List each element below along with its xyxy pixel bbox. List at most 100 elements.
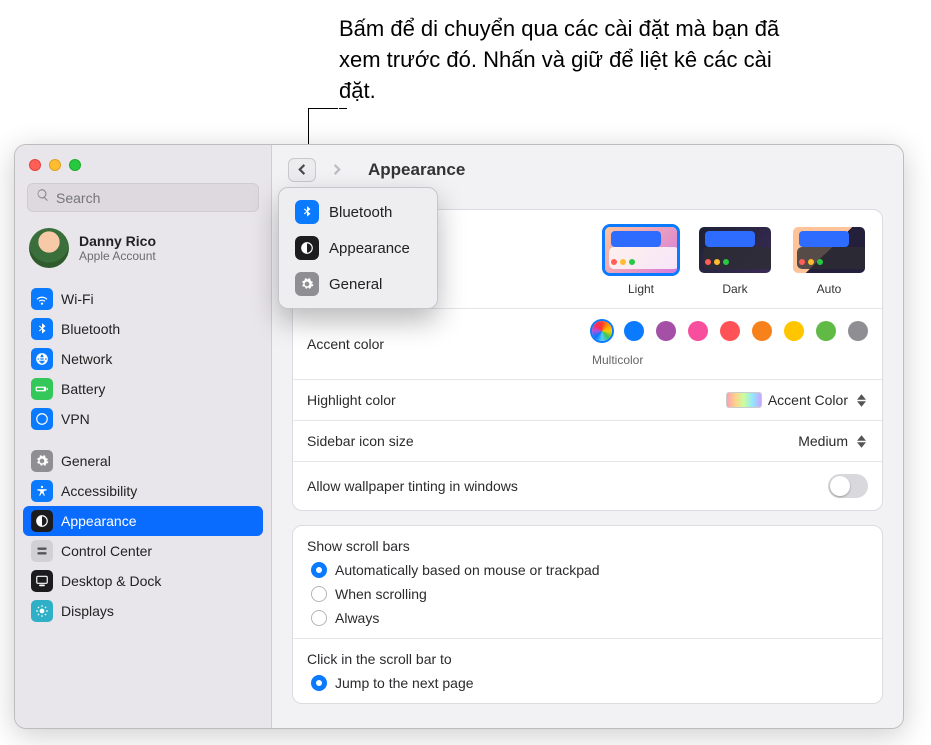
sidebar-size-label: Sidebar icon size — [307, 433, 414, 449]
accent-green[interactable] — [816, 321, 836, 341]
accent-orange[interactable] — [752, 321, 772, 341]
sidebar-item-bluetooth[interactable]: Bluetooth — [23, 314, 263, 344]
nav: Wi-Fi Bluetooth Network Battery VPN — [15, 282, 271, 634]
sidebar-item-displays[interactable]: Displays — [23, 596, 263, 626]
appearance-icon — [31, 510, 53, 532]
close-button[interactable] — [29, 159, 41, 171]
sidebar-item-label: Appearance — [61, 513, 137, 529]
radio-label: Jump to the next page — [335, 675, 474, 691]
bluetooth-icon — [295, 200, 319, 224]
zoom-button[interactable] — [69, 159, 81, 171]
appearance-option-dark[interactable]: Dark — [696, 224, 774, 296]
sidebar-item-battery[interactable]: Battery — [23, 374, 263, 404]
sidebar-item-label: General — [61, 453, 111, 469]
gradient-icon — [726, 392, 762, 408]
wifi-icon — [31, 288, 53, 310]
account-row[interactable]: Danny Rico Apple Account — [15, 222, 271, 282]
sidebar-item-label: Desktop & Dock — [61, 573, 161, 589]
forward-button[interactable] — [322, 158, 350, 182]
sidebar-item-network[interactable]: Network — [23, 344, 263, 374]
scroll-option-when-scrolling[interactable]: When scrolling — [307, 586, 868, 602]
menu-label: Appearance — [329, 240, 410, 257]
sidebar-item-desktop-dock[interactable]: Desktop & Dock — [23, 566, 263, 596]
accent-label: Accent color — [307, 336, 384, 352]
sidebar: Danny Rico Apple Account Wi-Fi Bluetooth… — [15, 145, 272, 728]
gear-icon — [31, 450, 53, 472]
scroll-click-jump-next[interactable]: Jump to the next page — [307, 675, 868, 691]
dock-icon — [31, 570, 53, 592]
scroll-option-always[interactable]: Always — [307, 610, 868, 626]
dropdown-value: Medium — [798, 433, 848, 449]
sidebar-item-label: Displays — [61, 603, 114, 619]
menu-label: General — [329, 276, 382, 293]
window-controls — [15, 145, 271, 179]
accent-red[interactable] — [720, 321, 740, 341]
sidebar-item-general[interactable]: General — [23, 446, 263, 476]
history-item-appearance[interactable]: Appearance — [285, 230, 431, 266]
history-menu: Bluetooth Appearance General — [278, 187, 438, 309]
account-name: Danny Rico — [79, 233, 156, 249]
sidebar-item-label: Control Center — [61, 543, 152, 559]
sidebar-item-accessibility[interactable]: Accessibility — [23, 476, 263, 506]
menu-label: Bluetooth — [329, 204, 392, 221]
sidebar-item-label: Bluetooth — [61, 321, 120, 337]
gear-icon — [295, 272, 319, 296]
chevron-updown-icon — [854, 394, 868, 407]
accent-purple[interactable] — [656, 321, 676, 341]
history-item-general[interactable]: General — [285, 266, 431, 302]
sidebar-item-label: Wi-Fi — [61, 291, 94, 307]
sidebar-item-label: Network — [61, 351, 112, 367]
option-label: Dark — [722, 282, 747, 296]
scroll-click-title: Click in the scroll bar to — [307, 651, 868, 667]
sidebar-item-vpn[interactable]: VPN — [23, 404, 263, 434]
account-sub: Apple Account — [79, 249, 156, 263]
search-icon — [36, 188, 50, 207]
content: Appearance Bluetooth Appearance General … — [272, 145, 903, 728]
callout-text: Bấm để di chuyển qua các cài đặt mà bạn … — [339, 14, 799, 106]
accent-yellow[interactable] — [784, 321, 804, 341]
sidebar-size-dropdown[interactable]: Medium — [798, 433, 868, 449]
appearance-icon — [295, 236, 319, 260]
highlight-label: Highlight color — [307, 392, 396, 408]
minimize-button[interactable] — [49, 159, 61, 171]
sidebar-item-label: VPN — [61, 411, 90, 427]
tinting-toggle[interactable] — [828, 474, 868, 498]
scroll-option-auto[interactable]: Automatically based on mouse or trackpad — [307, 562, 868, 578]
scroll-section: Show scroll bars Automatically based on … — [292, 525, 883, 704]
radio-label: When scrolling — [335, 586, 427, 602]
displays-icon — [31, 600, 53, 622]
accent-blue[interactable] — [624, 321, 644, 341]
accessibility-icon — [31, 480, 53, 502]
scrollbars-title: Show scroll bars — [307, 538, 868, 554]
control-center-icon — [31, 540, 53, 562]
search-input[interactable] — [56, 190, 250, 206]
chevron-updown-icon — [854, 435, 868, 448]
highlight-dropdown[interactable]: Accent Color — [726, 392, 868, 408]
accent-pink[interactable] — [688, 321, 708, 341]
globe-icon — [31, 348, 53, 370]
sidebar-item-wifi[interactable]: Wi-Fi — [23, 284, 263, 314]
tinting-label: Allow wallpaper tinting in windows — [307, 478, 518, 494]
radio-icon — [311, 610, 327, 626]
option-label: Auto — [817, 282, 842, 296]
sidebar-item-label: Accessibility — [61, 483, 137, 499]
appearance-option-auto[interactable]: Auto — [790, 224, 868, 296]
option-label: Light — [628, 282, 654, 296]
accent-caption: Multicolor — [592, 353, 643, 367]
page-title: Appearance — [368, 160, 465, 180]
vpn-icon — [31, 408, 53, 430]
sidebar-item-control-center[interactable]: Control Center — [23, 536, 263, 566]
radio-label: Always — [335, 610, 379, 626]
sidebar-item-appearance[interactable]: Appearance — [23, 506, 263, 536]
dropdown-value: Accent Color — [768, 392, 848, 408]
history-item-bluetooth[interactable]: Bluetooth — [285, 194, 431, 230]
settings-window: Danny Rico Apple Account Wi-Fi Bluetooth… — [14, 144, 904, 729]
accent-multicolor[interactable] — [592, 321, 612, 341]
search-field[interactable] — [27, 183, 259, 212]
accent-graphite[interactable] — [848, 321, 868, 341]
radio-icon — [311, 586, 327, 602]
radio-icon — [311, 675, 327, 691]
appearance-option-light[interactable]: Light — [602, 224, 680, 296]
back-button[interactable] — [288, 158, 316, 182]
avatar — [29, 228, 69, 268]
